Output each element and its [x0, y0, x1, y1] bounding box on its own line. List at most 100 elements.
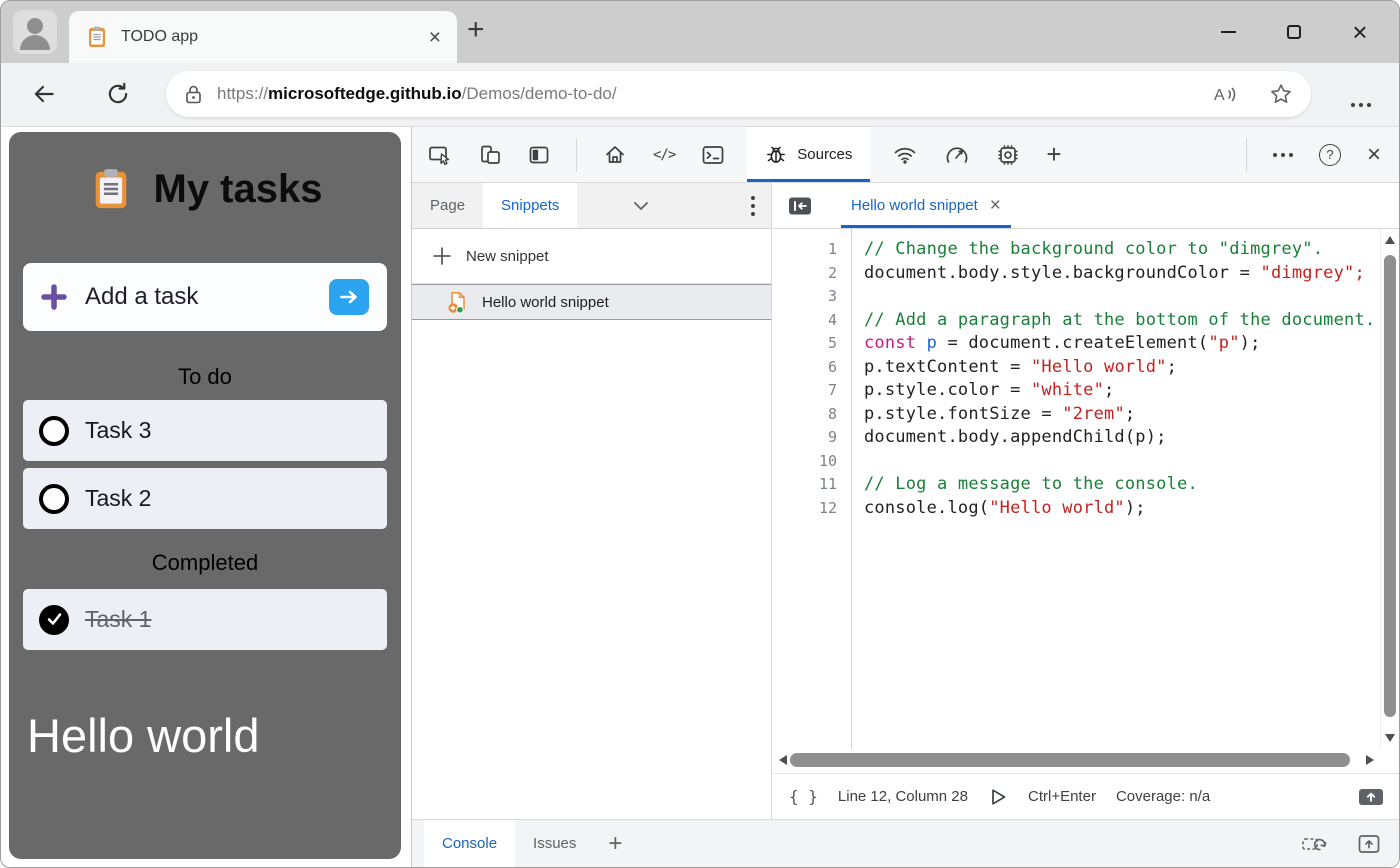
editor-tab-bar: Hello world snippet ×	[773, 183, 1399, 229]
run-shortcut: Ctrl+Enter	[1028, 788, 1096, 805]
code-area[interactable]: 123456789101112 // Change the background…	[773, 229, 1399, 749]
refresh-frame-icon[interactable]	[1301, 833, 1329, 855]
lock-icon[interactable]	[184, 84, 203, 105]
task-checkbox-checked[interactable]	[39, 605, 69, 635]
read-aloud-icon[interactable]: A	[1211, 82, 1239, 106]
new-snippet-button[interactable]: New snippet	[412, 229, 771, 284]
profile-avatar[interactable]	[13, 10, 57, 54]
code-line[interactable]	[864, 450, 1399, 474]
tab-issues[interactable]: Issues	[515, 820, 594, 867]
run-snippet-icon[interactable]	[988, 787, 1008, 807]
code-line[interactable]: // Log a message to the console.	[864, 473, 1399, 497]
maximize-icon	[1287, 25, 1301, 39]
todo-header: My tasks	[9, 166, 401, 212]
code-line[interactable]: // Change the background color to "dimgr…	[864, 238, 1399, 262]
favorites-star-icon[interactable]	[1269, 82, 1293, 106]
code-line[interactable]: // Add a paragraph at the bottom of the …	[864, 309, 1399, 333]
arrow-right-icon	[339, 289, 359, 305]
horizontal-scroll-thumb[interactable]	[790, 753, 1350, 767]
add-task-submit-button[interactable]	[329, 279, 369, 315]
more-tools-plus-icon[interactable]: +	[1046, 139, 1061, 170]
horizontal-scrollbar[interactable]	[773, 749, 1380, 771]
browser-menu-icon[interactable]	[1351, 103, 1371, 107]
toolbar-separator	[1246, 138, 1247, 172]
devtools-toolbar: </> Sources +	[412, 127, 1399, 183]
checkmark-icon	[46, 612, 63, 627]
tab-close-icon[interactable]: ×	[429, 27, 441, 48]
maximize-button[interactable]	[1261, 1, 1327, 63]
tab-sources[interactable]: Sources	[747, 127, 870, 182]
device-emulation-icon[interactable]	[478, 144, 502, 166]
code-line[interactable]	[864, 285, 1399, 309]
tab-strip: TODO app × + ×	[1, 1, 1399, 63]
task-row[interactable]: Task 1	[23, 589, 387, 650]
devtools-menu-icon[interactable]	[1273, 153, 1293, 157]
svg-text:A: A	[1214, 87, 1225, 104]
code-line[interactable]: p.style.fontSize = "2rem";	[864, 403, 1399, 427]
vertical-scrollbar[interactable]	[1380, 229, 1399, 749]
devtools-close-icon[interactable]: ×	[1367, 143, 1381, 167]
reload-button[interactable]	[105, 81, 131, 112]
minimize-icon	[1221, 31, 1236, 33]
welcome-home-icon[interactable]	[603, 143, 627, 167]
code-line[interactable]: document.body.style.backgroundColor = "d…	[864, 262, 1399, 286]
task-row[interactable]: Task 2	[23, 468, 387, 529]
window-controls: ×	[1195, 1, 1393, 63]
close-icon: ×	[1352, 19, 1367, 45]
scroll-left-arrow[interactable]	[779, 755, 787, 765]
inspect-element-icon[interactable]	[428, 144, 452, 166]
add-drawer-tab-icon[interactable]: +	[608, 830, 622, 858]
expand-panel-icon[interactable]	[1357, 833, 1381, 855]
minimize-button[interactable]	[1195, 1, 1261, 63]
code-line[interactable]: p.textContent = "Hello world";	[864, 356, 1399, 380]
chevron-down-icon[interactable]	[633, 201, 649, 211]
clipboard-favicon	[85, 25, 109, 49]
tab-snippets[interactable]: Snippets	[483, 183, 577, 228]
hide-navigator-icon[interactable]	[787, 195, 813, 217]
scroll-right-arrow[interactable]	[1366, 755, 1374, 765]
console-panel-icon[interactable]	[701, 144, 725, 166]
close-button[interactable]: ×	[1327, 1, 1393, 63]
elements-panel-icon[interactable]: </>	[653, 147, 675, 163]
code-line[interactable]: document.body.appendChild(p);	[864, 426, 1399, 450]
code-line[interactable]: p.style.color = "white";	[864, 379, 1399, 403]
code-editor: Hello world snippet × 123456789101112 //…	[773, 183, 1399, 819]
completed-task-list: Task 1	[23, 589, 387, 650]
task-checkbox[interactable]	[39, 484, 69, 514]
sources-tab-label: Sources	[797, 146, 852, 163]
pretty-print-icon[interactable]: { }	[789, 787, 818, 806]
back-button[interactable]	[31, 81, 57, 112]
memory-chip-icon[interactable]	[996, 143, 1020, 167]
toggle-drawer-icon[interactable]	[1357, 786, 1385, 808]
scroll-down-arrow[interactable]	[1385, 734, 1395, 742]
snippet-item-selected[interactable]: Hello world snippet	[412, 284, 771, 320]
plus-icon	[41, 284, 67, 310]
tab-console[interactable]: Console	[424, 820, 515, 867]
scroll-up-arrow[interactable]	[1385, 236, 1395, 244]
quick-view-drawer: Console Issues +	[412, 819, 1399, 867]
bug-icon	[765, 144, 787, 166]
help-icon[interactable]: ?	[1319, 144, 1341, 166]
layout-panel-icon[interactable]	[528, 144, 550, 166]
performance-gauge-icon[interactable]	[944, 144, 970, 166]
task-row[interactable]: Task 3	[23, 400, 387, 461]
code-line[interactable]: console.log("Hello world");	[864, 497, 1399, 521]
navigator-menu-icon[interactable]	[751, 196, 755, 216]
code-lines[interactable]: // Change the background color to "dimgr…	[851, 229, 1399, 749]
editor-tab-label: Hello world snippet	[851, 197, 978, 214]
add-task-input[interactable]: Add a task	[23, 263, 387, 331]
code-line[interactable]: const p = document.createElement("p");	[864, 332, 1399, 356]
hello-world-output: Hello world	[27, 708, 259, 763]
address-bar[interactable]: https://microsoftedge.github.io/Demos/de…	[166, 71, 1311, 117]
new-tab-button[interactable]: +	[467, 13, 485, 47]
task-checkbox[interactable]	[39, 416, 69, 446]
editor-tab-close-icon[interactable]: ×	[990, 196, 1001, 215]
vertical-scroll-thumb[interactable]	[1384, 255, 1396, 717]
network-conditions-icon[interactable]	[892, 144, 918, 166]
coverage-status: Coverage: n/a	[1116, 788, 1210, 805]
browser-tab[interactable]: TODO app ×	[69, 11, 457, 63]
clipboard-icon	[88, 166, 134, 212]
editor-tab-snippet[interactable]: Hello world snippet ×	[841, 183, 1011, 228]
task-label: Task 2	[85, 485, 151, 512]
tab-page[interactable]: Page	[412, 183, 483, 228]
